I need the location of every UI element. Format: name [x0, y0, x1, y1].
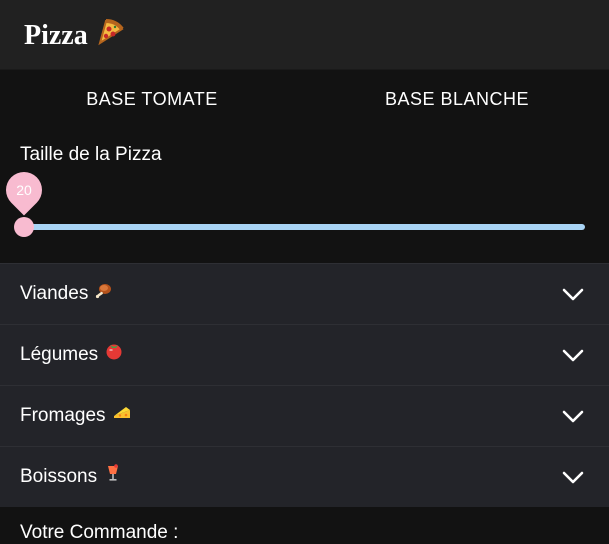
accordion-fromages[interactable]: Fromages [0, 385, 609, 446]
app-header: Pizza [0, 0, 609, 70]
pizza-size-section: Taille de la Pizza 20 [0, 128, 609, 263]
pizza-size-slider-thumb[interactable] [14, 217, 34, 237]
accordion-legumes[interactable]: Légumes [0, 324, 609, 385]
accordion-fromages-text: Fromages [20, 405, 106, 426]
accordion-boissons-label: Boissons [20, 447, 123, 507]
app-title: Pizza [24, 17, 126, 52]
base-tabs: BASE TOMATE BASE BLANCHE [0, 70, 609, 128]
pizza-icon [96, 17, 126, 47]
slider-value-text: 20 [16, 182, 32, 198]
drink-icon [103, 463, 123, 483]
slider-value-bubble: 20 [0, 164, 50, 216]
cheese-icon [112, 402, 132, 422]
app-title-text: Pizza [24, 20, 88, 51]
meat-icon [94, 280, 114, 300]
order-title: Votre Commande : [20, 522, 179, 543]
accordion-viandes[interactable]: Viandes [0, 263, 609, 324]
chevron-down-icon[interactable] [561, 284, 585, 304]
chevron-down-icon[interactable] [561, 406, 585, 426]
tab-base-blanche[interactable]: BASE BLANCHE [305, 70, 609, 128]
accordion-fromages-label: Fromages [20, 386, 132, 446]
accordion-boissons[interactable]: Boissons [0, 446, 609, 507]
accordion-legumes-text: Légumes [20, 344, 99, 365]
pizza-size-slider-track[interactable] [24, 224, 585, 230]
accordion-boissons-text: Boissons [20, 466, 98, 487]
tab-base-tomate[interactable]: BASE TOMATE [0, 70, 304, 128]
accordion-legumes-label: Légumes [20, 325, 124, 385]
accordion-viandes-text: Viandes [20, 283, 89, 304]
chevron-down-icon[interactable] [561, 345, 585, 365]
tomato-icon [104, 341, 124, 361]
accordion-viandes-label: Viandes [20, 264, 114, 324]
order-section: Votre Commande : [0, 507, 609, 544]
chevron-down-icon[interactable] [561, 467, 585, 487]
pizza-size-label: Taille de la Pizza [20, 144, 162, 165]
